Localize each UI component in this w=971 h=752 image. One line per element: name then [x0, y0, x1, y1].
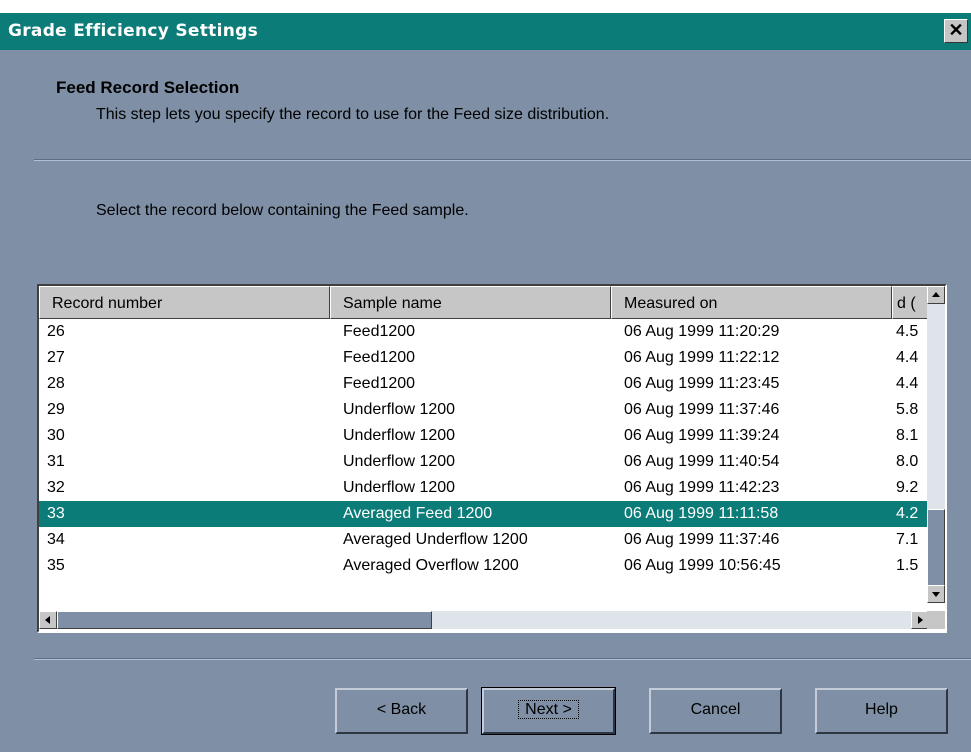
- cell-record-number: 28: [47, 375, 65, 392]
- next-button[interactable]: Next >: [481, 687, 616, 735]
- cell-measured-on: 06 Aug 1999 10:56:45: [624, 557, 781, 574]
- cell-d: 4.4: [896, 349, 919, 366]
- cell-d: 8.0: [896, 453, 919, 470]
- title-bar[interactable]: Grade Efficiency Settings ✕: [0, 13, 971, 50]
- table-row[interactable]: 26 Feed1200 06 Aug 1999 11:20:29 4.5: [39, 319, 929, 345]
- cell-measured-on: 06 Aug 1999 11:40:54: [624, 453, 780, 470]
- cell-d: 4.4: [896, 375, 919, 392]
- cell-sample-name: Underflow 1200: [343, 453, 456, 470]
- column-header-d[interactable]: d (: [892, 286, 929, 319]
- arrow-left-icon: [45, 616, 50, 624]
- cell-d: 1.5: [896, 557, 919, 574]
- cell-d: 8.1: [896, 427, 919, 444]
- cell-sample-name: Feed1200: [343, 375, 416, 392]
- cell-measured-on: 06 Aug 1999 11:37:46: [624, 401, 780, 418]
- table-row[interactable]: 30 Underflow 1200 06 Aug 1999 11:39:24 8.1: [39, 423, 929, 449]
- cell-record-number: 34: [47, 531, 65, 548]
- table-row[interactable]: 29 Underflow 1200 06 Aug 1999 11:37:46 5.8: [39, 397, 929, 423]
- cell-record-number: 29: [47, 401, 65, 418]
- cell-sample-name: Averaged Feed 1200: [343, 505, 493, 522]
- cell-sample-name: Feed1200: [343, 323, 416, 340]
- step-title: Feed Record Selection: [56, 78, 240, 97]
- cell-measured-on: 06 Aug 1999 11:23:45: [624, 375, 780, 392]
- cell-measured-on: 06 Aug 1999 11:20:29: [624, 323, 780, 340]
- cell-record-number: 35: [47, 557, 65, 574]
- table-row[interactable]: 27 Feed1200 06 Aug 1999 11:22:12 4.4: [39, 345, 929, 371]
- horizontal-scrollbar[interactable]: [39, 611, 929, 629]
- separator: [34, 658, 971, 660]
- arrow-up-icon: [932, 292, 940, 297]
- cell-measured-on: 06 Aug 1999 11:22:12: [624, 349, 780, 366]
- cell-d: 4.5: [896, 323, 919, 340]
- close-button[interactable]: ✕: [944, 19, 968, 43]
- close-icon: ✕: [948, 20, 964, 40]
- desktop-strip: [0, 0, 971, 13]
- cell-measured-on: 06 Aug 1999 11:37:46: [624, 531, 780, 548]
- cancel-button-label: Cancel: [690, 701, 741, 718]
- cell-sample-name: Underflow 1200: [343, 401, 456, 418]
- cell-d: 5.8: [896, 401, 919, 418]
- cell-record-number: 33: [47, 505, 65, 522]
- arrow-right-icon: [918, 616, 923, 624]
- back-button-label: < Back: [376, 701, 427, 718]
- list-rows: 26 Feed1200 06 Aug 1999 11:20:29 4.5 27 Feed1…: [39, 319, 929, 605]
- table-row[interactable]: 32 Underflow 1200 06 Aug 1999 11:42:23 9.2: [39, 475, 929, 501]
- help-button-label: Help: [865, 701, 898, 718]
- column-header-measured-on[interactable]: Measured on: [611, 286, 892, 319]
- scroll-up-button[interactable]: [927, 286, 945, 304]
- cell-record-number: 31: [47, 453, 65, 470]
- table-row[interactable]: 31 Underflow 1200 06 Aug 1999 11:40:54 8.0: [39, 449, 929, 475]
- cell-record-number: 32: [47, 479, 65, 496]
- table-row[interactable]: 28 Feed1200 06 Aug 1999 11:23:45 4.4: [39, 371, 929, 397]
- vertical-scroll-thumb[interactable]: [927, 509, 945, 587]
- cell-d: 7.1: [896, 531, 919, 548]
- cell-d: 9.2: [896, 479, 919, 496]
- step-description: This step lets you specify the record to…: [96, 106, 610, 123]
- cell-sample-name: Averaged Underflow 1200: [343, 531, 528, 548]
- cell-d: 4.2: [896, 505, 919, 522]
- instruction-text: Select the record below containing the F…: [96, 202, 469, 219]
- cell-measured-on: 06 Aug 1999 11:42:23: [624, 479, 780, 496]
- arrow-down-icon: [932, 592, 940, 597]
- column-header-sample-name[interactable]: Sample name: [330, 286, 611, 319]
- cell-sample-name: Underflow 1200: [343, 479, 456, 496]
- separator: [34, 159, 971, 161]
- horizontal-scroll-thumb[interactable]: [57, 611, 432, 629]
- column-header-record-number[interactable]: Record number: [39, 286, 330, 319]
- cell-measured-on: 06 Aug 1999 11:39:24: [624, 427, 780, 444]
- cell-sample-name: Underflow 1200: [343, 427, 456, 444]
- table-row[interactable]: 33 Averaged Feed 1200 06 Aug 1999 11:11:58…: [39, 501, 929, 527]
- list-header: Record number Sample name Measured on d (: [39, 286, 929, 319]
- cell-record-number: 26: [47, 323, 65, 340]
- cell-record-number: 30: [47, 427, 65, 444]
- table-row[interactable]: 35 Averaged Overflow 1200 06 Aug 1999 10:5…: [39, 553, 929, 579]
- back-button[interactable]: < Back: [335, 688, 468, 734]
- window-title: Grade Efficiency Settings: [8, 21, 259, 41]
- help-button[interactable]: Help: [815, 688, 948, 734]
- record-list[interactable]: Record number Sample name Measured on d ( 2…: [37, 284, 947, 633]
- cell-sample-name: Averaged Overflow 1200: [343, 557, 519, 574]
- scrollbar-corner: [927, 611, 945, 629]
- cell-measured-on: 06 Aug 1999 11:11:58: [624, 505, 779, 522]
- cancel-button[interactable]: Cancel: [649, 688, 782, 734]
- table-row[interactable]: 34 Averaged Underflow 1200 06 Aug 1999 11:…: [39, 527, 929, 553]
- wizard-dialog: Grade Efficiency Settings ✕ Feed Record …: [0, 0, 971, 752]
- next-button-label: Next >: [518, 700, 579, 719]
- vertical-scrollbar[interactable]: [927, 286, 945, 603]
- scroll-down-button[interactable]: [927, 585, 945, 603]
- cell-record-number: 27: [47, 349, 65, 366]
- cell-sample-name: Feed1200: [343, 349, 416, 366]
- scroll-left-button[interactable]: [39, 611, 57, 629]
